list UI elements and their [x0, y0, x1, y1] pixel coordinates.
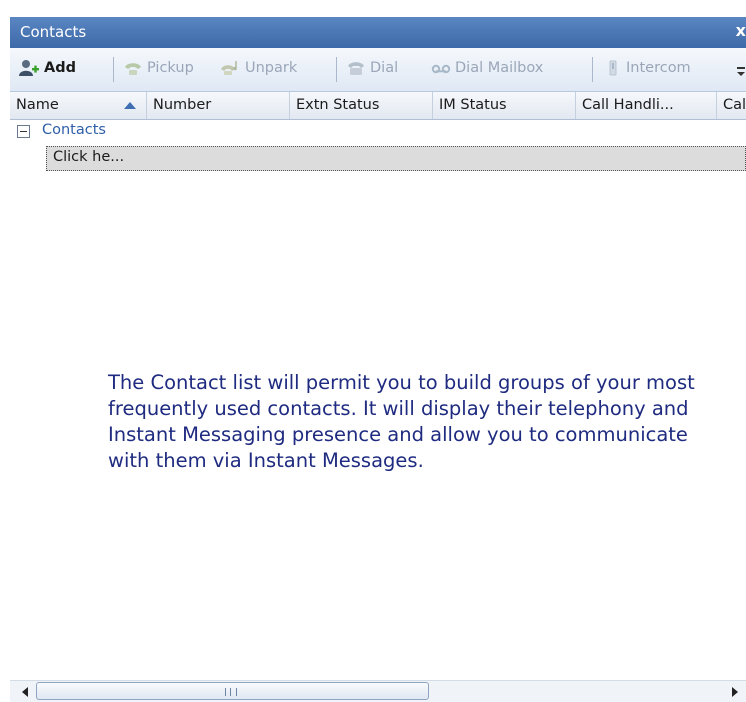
column-header-number[interactable]: Number	[147, 92, 290, 119]
pickup-button[interactable]: Pickup	[123, 59, 194, 81]
scroll-right-icon[interactable]	[732, 687, 738, 697]
pickup-icon	[125, 63, 141, 75]
telephone-icon	[348, 62, 364, 75]
toolbar-separator	[336, 57, 337, 82]
intercom-icon	[609, 60, 617, 76]
horizontal-scrollbar[interactable]	[10, 680, 746, 702]
grip-icon	[225, 688, 237, 696]
panel-title: Contacts	[20, 23, 87, 41]
column-header-im-status[interactable]: IM Status	[433, 92, 576, 119]
dial-button-label: Dial	[370, 60, 399, 76]
pickup-button-label: Pickup	[147, 60, 194, 76]
intercom-button[interactable]: Intercom	[604, 59, 691, 81]
unpark-button[interactable]: Unpark	[219, 59, 297, 81]
sort-ascending-icon	[124, 102, 136, 109]
intercom-button-label: Intercom	[626, 60, 691, 76]
toolbar-separator	[113, 57, 114, 82]
empty-list-message: The Contact list will permit you to buil…	[108, 371, 695, 472]
new-contact-row-label: Click he...	[53, 149, 125, 165]
close-button[interactable]: x	[736, 21, 746, 40]
add-contact-icon	[19, 60, 39, 76]
collapse-icon[interactable]	[17, 125, 30, 138]
unpark-button-label: Unpark	[245, 60, 298, 76]
panel-titlebar: Contacts x	[10, 17, 746, 48]
column-header-extn-status[interactable]: Extn Status	[290, 92, 433, 119]
column-header-name[interactable]: Name	[10, 92, 147, 119]
column-header: Name Number Extn Status IM Status Call H…	[10, 92, 746, 120]
toolbar-overflow-icon[interactable]	[735, 61, 746, 81]
contacts-panel: Contacts x Add Pickup Unpark Dial Dial M…	[10, 17, 746, 702]
new-contact-row[interactable]: Click he...	[46, 146, 746, 171]
dial-button[interactable]: Dial	[346, 59, 398, 81]
voicemail-icon	[431, 64, 451, 74]
group-label: Contacts	[42, 122, 106, 138]
dial-mailbox-button-label: Dial Mailbox	[455, 60, 544, 76]
column-header-call-handling[interactable]: Call Handli...	[576, 92, 717, 119]
dial-mailbox-button[interactable]: Dial Mailbox	[431, 59, 543, 81]
column-header-name-label: Name	[16, 97, 59, 113]
toolbar: Add Pickup Unpark Dial Dial Mailbox Inte…	[10, 48, 746, 92]
scroll-left-icon[interactable]	[22, 687, 28, 697]
group-row-contacts[interactable]: Contacts	[10, 120, 746, 146]
add-button-label: Add	[44, 60, 76, 76]
unpark-icon	[221, 61, 237, 75]
add-button[interactable]: Add	[18, 59, 76, 81]
column-header-call-h[interactable]: Call H	[717, 92, 746, 119]
toolbar-separator	[592, 57, 593, 82]
scrollbar-thumb[interactable]	[36, 682, 429, 700]
